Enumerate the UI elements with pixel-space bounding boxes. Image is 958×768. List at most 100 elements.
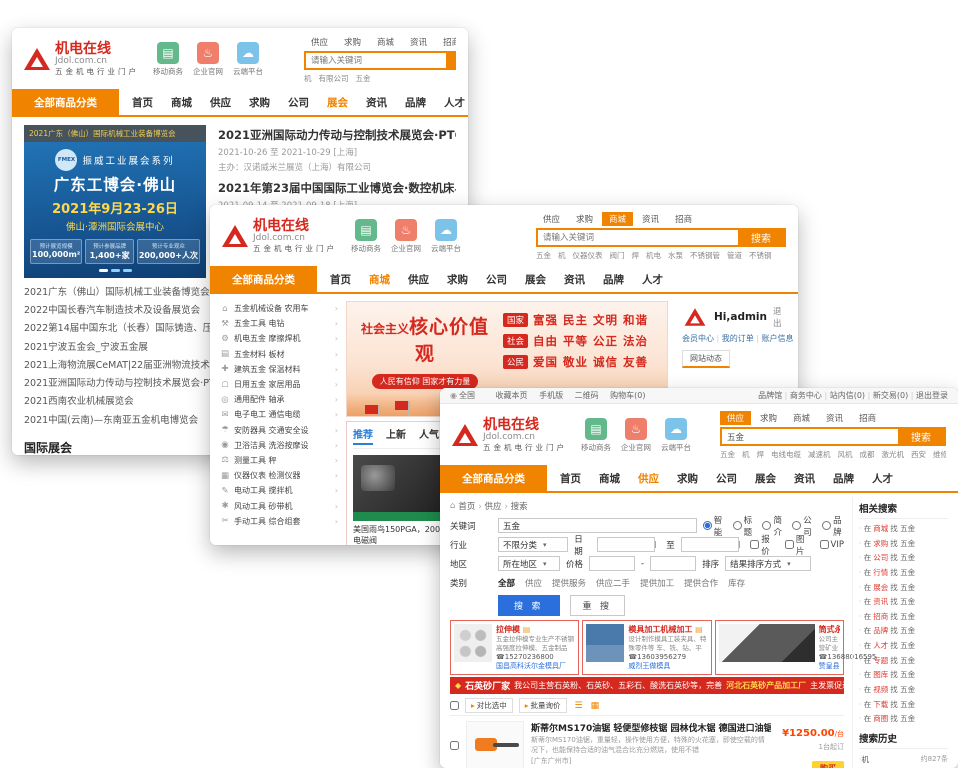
search-tab-invest[interactable]: 招商 (668, 212, 699, 226)
logout-link[interactable]: 退出 (773, 305, 786, 329)
nav-buy[interactable]: 求购 (668, 471, 707, 486)
ad-company-link[interactable]: 威烈王做模具 (628, 661, 707, 671)
all-categories-button[interactable]: 全部商品分类 (440, 465, 547, 491)
qrcode-link[interactable]: 二维码 (575, 391, 599, 400)
price-min-input[interactable] (589, 556, 635, 571)
exhibition-banner[interactable]: 2021广东（佛山）国际机械工业装备博览会 FMEX 振威工业展会系列 广东工博… (24, 125, 206, 278)
related-search-link[interactable]: 在专题找 五金 (859, 654, 948, 669)
nav-news[interactable]: 资讯 (357, 95, 396, 110)
search-tab-supply[interactable]: 供应 (720, 411, 751, 425)
nav-buy[interactable]: 求购 (438, 272, 477, 287)
quick-cloud[interactable]: ☁云端平台 (233, 42, 263, 77)
my-orders-link[interactable]: 我的订单 (714, 334, 754, 343)
quick-site[interactable]: ♨企业官网 (391, 219, 421, 254)
member-center-link[interactable]: 会员中心 (682, 334, 714, 343)
list-view-icon[interactable]: ☰ (575, 701, 583, 711)
search-input[interactable] (306, 53, 446, 68)
category-item[interactable]: ⌂五金机械设备 农用车› (220, 301, 338, 316)
ad-card[interactable]: 模具加工机械加工 ▤ 设计制作模具工装夹具、特殊零件等 车、铣、钻、平磨圆磨、攻… (582, 620, 711, 675)
industry-select[interactable]: 不限分类▾ (498, 537, 568, 552)
related-search-link[interactable]: 在视频找 五金 (859, 683, 948, 698)
nav-talent[interactable]: 人才 (863, 471, 902, 486)
quick-mobile[interactable]: ▤移动商务 (581, 418, 611, 453)
related-search-link[interactable]: 在公司找 五金 (859, 551, 948, 566)
compare-button[interactable]: ▸对比选中 (465, 698, 513, 713)
breadcrumb-home[interactable]: 首页 (458, 500, 475, 512)
ad-strip[interactable]: ◆ 石英砂厂家 我公司主营石英粉、石英砂、五彩石、酸洗石英砂等，完善 河北石英砂… (450, 677, 844, 694)
favorite-link[interactable]: 收藏本页 (496, 391, 528, 400)
nav-supply[interactable]: 供应 (201, 95, 240, 110)
nav-brand[interactable]: 品牌 (824, 471, 863, 486)
category-item[interactable]: ✱风动工具 砂带机› (220, 498, 338, 513)
item-title[interactable]: 斯蒂尔MS170油锯 轻便型修枝锯 园林伐木锯 德国进口油锯 (531, 721, 771, 734)
filter-reset-button[interactable]: 重 搜 (570, 595, 626, 616)
quick-site[interactable]: ♨企业官网 (193, 42, 223, 77)
search-tab-mall[interactable]: 商城 (786, 411, 817, 425)
select-all-checkbox[interactable] (450, 701, 459, 710)
item-checkbox[interactable] (450, 741, 459, 750)
carousel-dots[interactable] (30, 269, 200, 272)
site-news-tab[interactable]: 网站动态 (682, 350, 730, 368)
category-item[interactable]: ✂手动工具 综合组套› (220, 514, 338, 529)
search-button[interactable]: 搜索 (898, 429, 944, 444)
site-logo[interactable]: 机电在线 Jdol.com.cn 五金机电行业门户 (24, 42, 139, 76)
nav-buy[interactable]: 求购 (240, 95, 279, 110)
type-processing[interactable]: 提供加工 (640, 577, 674, 589)
nav-mall[interactable]: 商城 (590, 471, 629, 486)
nav-supply[interactable]: 供应 (399, 272, 438, 287)
related-search-link[interactable]: 在图库找 五金 (859, 668, 948, 683)
ad-company-link[interactable]: 国昌高科沃尔金模具厂 (496, 661, 575, 671)
related-search-link[interactable]: 在商圈找 五金 (859, 712, 948, 727)
category-item[interactable]: ☂安防器具 交通安全设› (220, 423, 338, 438)
related-search-link[interactable]: 在下载找 五金 (859, 698, 948, 713)
ad-card[interactable]: 拉伸模 ▤ 五金拉伸模专业生产不锈钢 高强度拉伸模、五金制品 ☎15270236… (450, 620, 579, 675)
ad-strip-link[interactable]: 河北石英砂产品加工厂 (726, 680, 806, 691)
related-search-link[interactable]: 在展会找 五金 (859, 581, 948, 596)
nav-company[interactable]: 公司 (477, 272, 516, 287)
related-search-link[interactable]: 在招商找 五金 (859, 610, 948, 625)
search-input[interactable] (538, 230, 738, 245)
nav-brand[interactable]: 品牌 (396, 95, 435, 110)
search-button[interactable]: 搜索 (738, 230, 784, 245)
category-item[interactable]: ✚建筑五金 保温材料› (220, 362, 338, 377)
category-item[interactable]: ▦仪器仪表 检测仪器› (220, 468, 338, 483)
nav-exhibition[interactable]: 展会 (516, 272, 555, 287)
search-tab-mall[interactable]: 商城 (602, 212, 633, 226)
nav-brand[interactable]: 品牌 (594, 272, 633, 287)
search-button[interactable]: 搜索 (446, 53, 456, 68)
search-tab-buy[interactable]: 求购 (753, 411, 784, 425)
nav-home[interactable]: 首页 (551, 471, 590, 486)
all-categories-button[interactable]: 全部商品分类 (12, 89, 119, 115)
quick-mobile[interactable]: ▤移动商务 (153, 42, 183, 77)
nav-supply[interactable]: 供应 (629, 471, 668, 486)
related-search-link[interactable]: 在行情找 五金 (859, 566, 948, 581)
history-item[interactable]: 机约827条 (859, 752, 948, 768)
buy-button[interactable]: 购买 (812, 761, 844, 768)
brand-hall-link[interactable]: 品牌馆 (758, 391, 782, 400)
search-tab-news[interactable]: 资讯 (819, 411, 850, 425)
category-item[interactable]: ✎电动工具 搅拌机› (220, 483, 338, 498)
mobile-link[interactable]: 手机版 (539, 391, 563, 400)
search-tab-supply[interactable]: 供应 (304, 35, 335, 49)
new-trades-link[interactable]: 新交易(0) (868, 391, 909, 400)
related-search-link[interactable]: 在商城找 五金 (859, 522, 948, 537)
region-link[interactable]: ◉全国 (450, 391, 484, 400)
nav-home[interactable]: 首页 (321, 272, 360, 287)
tab-new[interactable]: 上新 (386, 426, 406, 445)
type-cooperation[interactable]: 提供合作 (684, 577, 718, 589)
sort-select[interactable]: 结果排序方式▾ (725, 556, 811, 571)
site-logo[interactable]: 机电在线 Jdol.com.cn 五金机电行业门户 (452, 418, 567, 452)
exhibition-entry[interactable]: 2021亚洲国际动力传动与控制技术展览会·PTC ASIA 2021-10-26… (218, 127, 456, 173)
search-tab-buy[interactable]: 求购 (569, 212, 600, 226)
business-center-link[interactable]: 商务中心 (785, 391, 822, 400)
type-supply[interactable]: 供应 (525, 577, 542, 589)
search-tab-buy[interactable]: 求购 (337, 35, 368, 49)
nav-company[interactable]: 公司 (279, 95, 318, 110)
breadcrumb-supply[interactable]: 供应 (478, 500, 501, 512)
type-service[interactable]: 提供服务 (552, 577, 586, 589)
related-search-link[interactable]: 在求购找 五金 (859, 537, 948, 552)
nav-exhibition[interactable]: 展会 (746, 471, 785, 486)
tab-recommend[interactable]: 推荐 (353, 426, 373, 445)
category-item[interactable]: ◉卫浴洁具 洗浴按摩设› (220, 438, 338, 453)
nav-news[interactable]: 资讯 (785, 471, 824, 486)
